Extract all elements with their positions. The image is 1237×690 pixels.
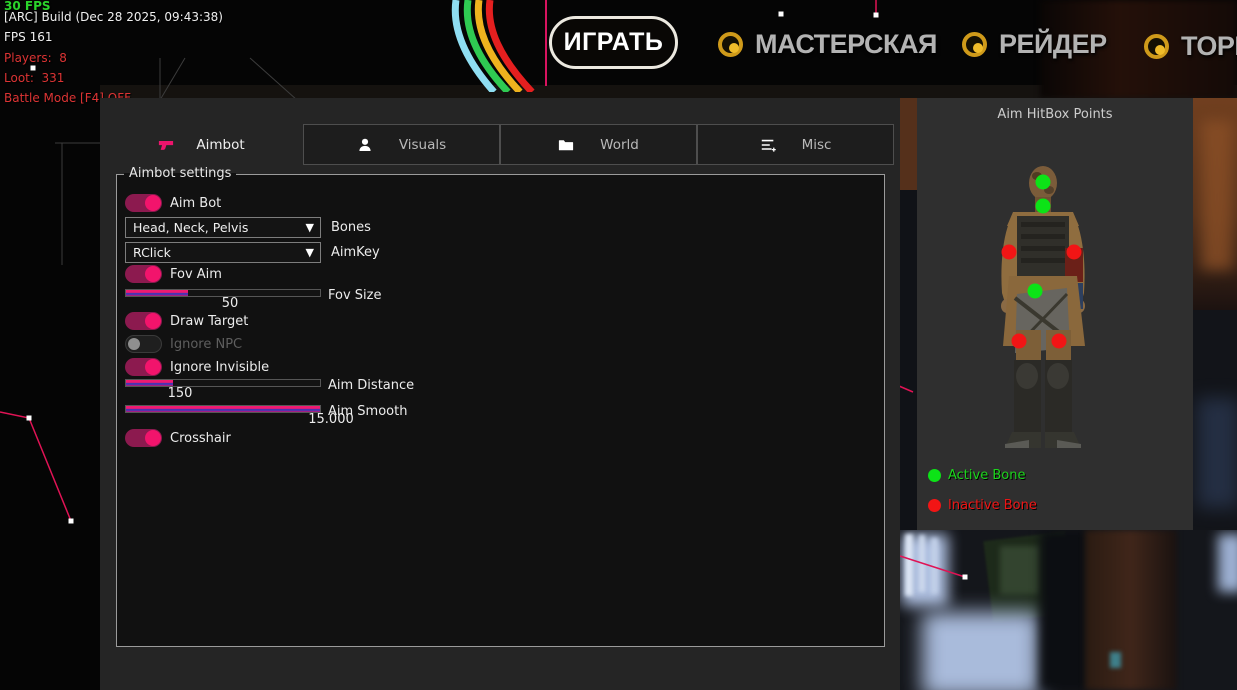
menu-item-workshop[interactable]: МАСТЕРСКАЯ	[718, 29, 937, 60]
menu-item-raider[interactable]: РЕЙДЕР	[962, 29, 1107, 60]
tab-label: Visuals	[399, 137, 446, 153]
bg-bottom-scene	[900, 530, 1237, 690]
bones-dropdown[interactable]: Head, Neck, Pelvis ▼	[125, 217, 321, 238]
fov-size-fill	[126, 290, 188, 296]
bone-dot-neck	[1036, 199, 1051, 214]
aimkey-dropdown[interactable]: RClick ▼	[125, 242, 321, 263]
bone-dot-pelvis	[1028, 284, 1043, 299]
tab-label: Aimbot	[196, 137, 244, 153]
bones-label: Bones	[331, 220, 371, 235]
tab-visuals[interactable]: Visuals	[303, 124, 500, 165]
hud-loot-count: Loot: 331	[4, 71, 64, 85]
coin-icon	[962, 32, 987, 57]
aimkey-label: AimKey	[331, 245, 380, 260]
hitbox-panel: Aim HitBox Points	[917, 98, 1193, 530]
menu-item-label: РЕЙДЕР	[999, 29, 1107, 60]
tab-label: Misc	[802, 137, 832, 153]
person-icon	[357, 137, 373, 153]
bone-dot-left-arm	[1002, 245, 1017, 260]
bg-sign-mark	[1000, 546, 1040, 594]
aim-smooth-slider[interactable]	[125, 405, 321, 413]
bg-window-bar	[905, 534, 913, 596]
hud-overlay: 30 FPS [ARC] Build (Dec 28 2025, 09:43:3…	[4, 0, 19, 112]
inactive-bone-dot	[928, 499, 941, 512]
play-button[interactable]: ИГРАТЬ	[549, 16, 678, 69]
aim-distance-slider[interactable]	[125, 379, 321, 387]
bg-light-edge	[1218, 534, 1237, 592]
aimkey-value: RClick	[133, 245, 171, 260]
aim-smooth-value: 15.000	[308, 412, 354, 427]
draw-target-label: Draw Target	[170, 314, 248, 329]
sliders-plus-icon	[760, 137, 776, 153]
active-bone-dot	[928, 469, 941, 482]
aim-distance-label: Aim Distance	[328, 378, 414, 393]
bg-blue-hint	[1197, 398, 1237, 508]
legend-label: Inactive Bone	[948, 498, 1037, 513]
tracer-vertical-line	[545, 0, 547, 86]
ignore-invisible-toggle[interactable]	[125, 358, 162, 376]
bg-window-bar	[919, 535, 925, 592]
chevron-down-icon: ▼	[306, 243, 314, 262]
fov-aim-label: Fov Aim	[170, 267, 222, 282]
coin-icon	[718, 32, 743, 57]
fov-size-label: Fov Size	[328, 288, 381, 303]
legend-inactive-bone: Inactive Bone	[928, 498, 1037, 513]
menu-item-label: ТОРГО	[1181, 31, 1237, 62]
cheat-menu-panel: Aimbot Visuals World Misc Aimbot setting…	[100, 98, 900, 690]
menu-item-label: МАСТЕРСКАЯ	[755, 29, 937, 60]
ignore-npc-label: Ignore NPC	[170, 337, 242, 352]
hud-players-count: Players: 8	[4, 51, 67, 65]
ignore-npc-toggle[interactable]	[125, 335, 162, 353]
aim-bot-label: Aim Bot	[170, 196, 221, 211]
draw-target-toggle[interactable]	[125, 312, 162, 330]
legend-active-bone: Active Bone	[928, 468, 1025, 483]
aim-distance-fill	[126, 380, 173, 386]
bone-dot-head	[1036, 175, 1051, 190]
bone-dot-left-knee	[1012, 334, 1027, 349]
tab-label: World	[600, 137, 639, 153]
aimbot-settings-group: Aimbot settings Aim Bot Head, Neck, Pelv…	[116, 174, 885, 647]
rainbow-trail	[428, 0, 540, 92]
bg-snow-blob	[922, 612, 1040, 690]
game-screen: 30 FPS [ARC] Build (Dec 28 2025, 09:43:3…	[0, 0, 1237, 690]
crosshair-toggle[interactable]	[125, 429, 162, 447]
group-title: Aimbot settings	[124, 166, 236, 181]
crosshair-label: Crosshair	[170, 431, 231, 446]
tab-misc[interactable]: Misc	[697, 124, 894, 165]
bg-rust-vertical	[1085, 530, 1177, 690]
bone-dot-right-knee	[1052, 334, 1067, 349]
bg-teal-dot	[1110, 652, 1121, 668]
chevron-down-icon: ▼	[306, 218, 314, 237]
pistol-icon	[158, 137, 174, 153]
aim-distance-value: 150	[168, 386, 193, 401]
bg-rust-gap	[900, 98, 917, 190]
aim-smooth-fill	[126, 406, 320, 412]
bones-value: Head, Neck, Pelvis	[133, 220, 248, 235]
fov-aim-toggle[interactable]	[125, 265, 162, 283]
hitbox-dots-layer	[917, 98, 1193, 530]
hud-fps: FPS 161	[4, 30, 52, 44]
bg-gap-strip	[900, 98, 917, 530]
coin-icon	[1144, 34, 1169, 59]
ignore-invisible-label: Ignore Invisible	[170, 360, 269, 375]
menu-item-trade[interactable]: ТОРГО	[1144, 31, 1237, 62]
bone-dot-right-arm	[1067, 245, 1082, 260]
bg-right-column	[1193, 98, 1237, 530]
tab-world[interactable]: World	[500, 124, 697, 165]
legend-label: Active Bone	[948, 468, 1025, 483]
aim-bot-toggle[interactable]	[125, 194, 162, 212]
fov-size-value: 50	[222, 296, 239, 311]
bg-rust-highlight	[1201, 120, 1233, 270]
hud-build-info: [ARC] Build (Dec 28 2025, 09:43:38)	[4, 10, 223, 24]
bg-window-bar	[931, 538, 938, 594]
tab-aimbot[interactable]: Aimbot	[100, 124, 303, 165]
folder-icon	[558, 137, 574, 153]
